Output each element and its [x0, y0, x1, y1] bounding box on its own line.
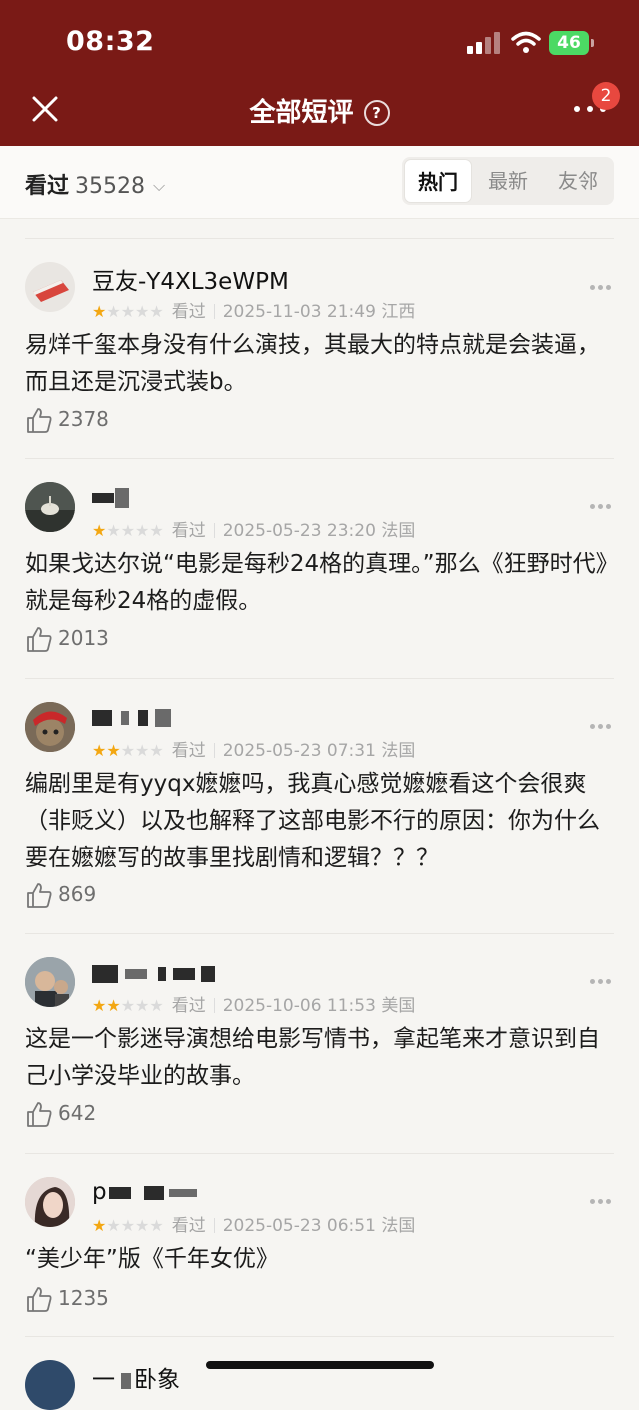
- notification-badge: 2: [592, 82, 620, 110]
- divider: [25, 678, 614, 679]
- comment-datetime: 2025-05-23 07:31: [222, 741, 376, 761]
- status-time: 08:32: [66, 26, 155, 57]
- watched-label: 看过: [171, 996, 206, 1016]
- username-redacted[interactable]: [92, 484, 132, 510]
- comment-location: 法国: [381, 1216, 416, 1236]
- comment-location: 美国: [381, 996, 416, 1016]
- thumbs-up-icon: [27, 408, 52, 433]
- like-count: 2378: [58, 407, 109, 431]
- thumbs-up-icon: [27, 883, 52, 908]
- seen-filter-dropdown[interactable]: 看过 35528 ⌵: [25, 168, 165, 200]
- comment-meta: ★★★★★ 看过 2025-05-23 06:51 法国: [92, 1211, 415, 1236]
- comment-text: 编剧里是有yyqx嬷嬷吗，我真心感觉嬷嬷看这个会很爽（非贬义）以及也解释了这部电…: [25, 771, 600, 871]
- divider: [25, 458, 614, 459]
- watched-label: 看过: [171, 741, 206, 761]
- wifi-icon: [511, 31, 541, 53]
- comment-text: “美少年”版《千年女优》: [25, 1246, 279, 1272]
- rating-stars: ★★★★★: [92, 521, 164, 540]
- help-icon[interactable]: ?: [363, 100, 390, 126]
- avatar[interactable]: [25, 1177, 75, 1227]
- comment-text: 如果戈达尔说“电影是每秒24格的真理。”那么《狂野时代》就是每秒24格的虚假。: [25, 551, 608, 614]
- divider: [25, 238, 614, 239]
- comment-datetime: 2025-10-06 11:53: [222, 996, 376, 1016]
- comment-more-button[interactable]: [588, 977, 614, 987]
- comment-meta: ★★★★★ 看过 2025-10-06 11:53 美国: [92, 991, 415, 1016]
- divider: [25, 1153, 614, 1154]
- comment-datetime: 2025-05-23 06:51: [222, 1216, 376, 1236]
- sort-segmented-control: 热门 最新 友邻: [402, 157, 614, 205]
- rating-stars: ★★★★★: [92, 741, 164, 760]
- username-redacted[interactable]: 一卧象: [92, 1360, 180, 1394]
- like-count: 2013: [58, 626, 109, 650]
- comment-location: 法国: [381, 741, 416, 761]
- username-redacted[interactable]: p: [92, 1179, 200, 1205]
- rating-stars: ★★★★★: [92, 996, 164, 1015]
- comment-more-button[interactable]: [588, 1197, 614, 1207]
- watched-label: 看过: [171, 521, 206, 541]
- battery-tip: [591, 39, 594, 47]
- comment-text: 这是一个影迷导演想给电影写情书，拿起笔来才意识到自己小学没毕业的故事。: [25, 1026, 600, 1089]
- divider: [25, 933, 614, 934]
- comment-more-button[interactable]: [588, 283, 614, 293]
- comment-meta: ★★★★★ 看过 2025-05-23 07:31 法国: [92, 736, 415, 761]
- top-bar: 08:32 46 全部短评? 2: [0, 0, 639, 146]
- comment-location: 江西: [381, 302, 416, 322]
- thumbs-up-icon: [27, 627, 52, 652]
- seen-label: 看过: [25, 174, 70, 199]
- comment-datetime: 2025-05-23 23:20: [222, 521, 376, 541]
- like-count: 1235: [58, 1286, 109, 1310]
- comment-location: 法国: [381, 521, 416, 541]
- tab-friends[interactable]: 友邻: [544, 159, 612, 203]
- avatar[interactable]: [25, 1360, 75, 1410]
- page-title-text: 全部短评: [249, 98, 354, 128]
- rating-stars: ★★★★★: [92, 1216, 164, 1235]
- username-redacted[interactable]: [92, 960, 218, 986]
- comment-datetime: 2025-11-03 21:49: [222, 302, 376, 322]
- username-redacted[interactable]: [92, 704, 174, 730]
- avatar[interactable]: [25, 957, 75, 1007]
- avatar[interactable]: [25, 482, 75, 532]
- watched-label: 看过: [171, 1216, 206, 1236]
- watched-label: 看过: [171, 302, 206, 322]
- tab-latest[interactable]: 最新: [474, 159, 542, 203]
- divider: [25, 1336, 614, 1337]
- like-count: 642: [58, 1101, 97, 1125]
- page-title: 全部短评?: [0, 92, 639, 129]
- avatar[interactable]: [25, 262, 75, 312]
- thumbs-up-icon: [27, 1102, 52, 1127]
- like-count: 869: [58, 882, 97, 906]
- cellular-signal-icon: [467, 32, 501, 54]
- comment-text: 易烊千玺本身没有什么演技，其最大的特点就是会装逼，而且还是沉浸式装b。: [25, 332, 600, 395]
- tab-hot[interactable]: 热门: [404, 159, 472, 203]
- comment-more-button[interactable]: [588, 722, 614, 732]
- comment-meta: ★★★★★ 看过 2025-05-23 23:20 法国: [92, 516, 415, 541]
- seen-count: 35528: [75, 174, 146, 199]
- home-indicator: [206, 1361, 434, 1369]
- battery-indicator: 46: [549, 31, 589, 55]
- thumbs-up-icon: [27, 1287, 52, 1312]
- comment-meta: ★★★★★ 看过 2025-11-03 21:49 江西: [92, 297, 415, 322]
- comment-more-button[interactable]: [588, 502, 614, 512]
- username[interactable]: 豆友-Y4XL3eWPM: [92, 262, 289, 296]
- avatar[interactable]: [25, 702, 75, 752]
- chevron-down-icon: ⌵: [153, 176, 166, 195]
- rating-stars: ★★★★★: [92, 302, 164, 321]
